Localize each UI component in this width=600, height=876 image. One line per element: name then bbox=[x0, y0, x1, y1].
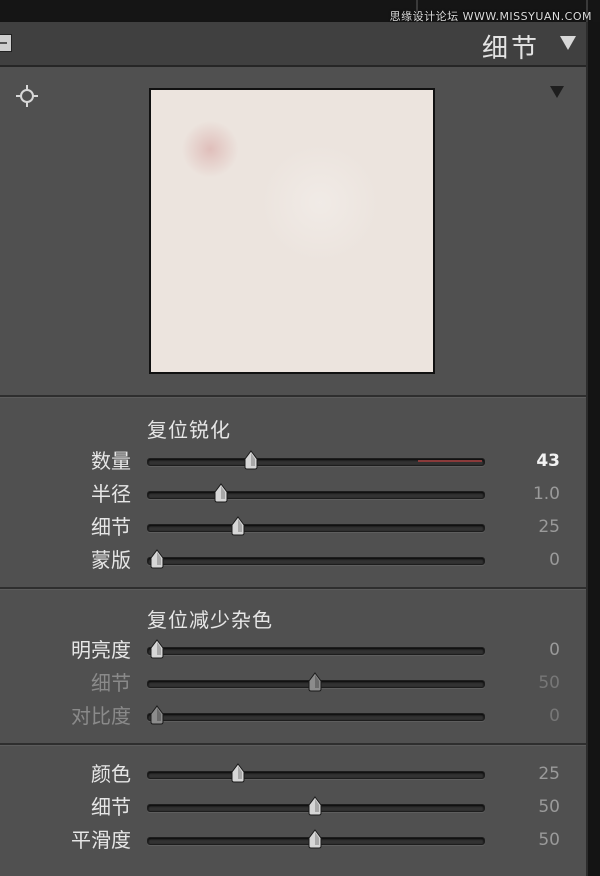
slider-thumb-icon[interactable] bbox=[230, 763, 246, 783]
section-divider bbox=[0, 395, 586, 398]
slider-track[interactable] bbox=[147, 713, 485, 721]
slider-thumb-icon[interactable] bbox=[243, 450, 259, 470]
slider-label: 颜色 bbox=[91, 762, 131, 786]
slider-label: 数量 bbox=[91, 449, 131, 473]
slider-row-luminance-0: 明亮度 0 bbox=[0, 635, 586, 665]
slider-label: 细节 bbox=[91, 515, 131, 539]
slider-track[interactable] bbox=[147, 491, 485, 499]
slider-value[interactable]: 50 bbox=[538, 825, 560, 855]
slider-row-color-1: 细节 50 bbox=[0, 792, 586, 822]
slider-label: 明亮度 bbox=[71, 638, 131, 662]
slider-thumb-icon[interactable] bbox=[230, 516, 246, 536]
slider-row-color-2: 平滑度 50 bbox=[0, 825, 586, 855]
slider-thumb-icon[interactable] bbox=[149, 705, 165, 725]
slider-track[interactable] bbox=[147, 647, 485, 655]
slider-row-sharpening-0: 数量 43 bbox=[0, 446, 586, 476]
slider-row-luminance-2: 对比度 0 bbox=[0, 701, 586, 731]
panel-title: 细节 bbox=[481, 34, 540, 64]
slider-row-color-0: 颜色 25 bbox=[0, 759, 586, 789]
crosshair-target-icon[interactable] bbox=[14, 83, 40, 109]
slider-thumb-icon[interactable] bbox=[307, 829, 323, 849]
slider-value[interactable]: 0 bbox=[549, 635, 560, 665]
slider-value[interactable]: 0 bbox=[549, 701, 560, 731]
preview-section bbox=[0, 69, 586, 397]
collapse-triangle-icon[interactable] bbox=[560, 36, 576, 50]
slider-value[interactable]: 25 bbox=[538, 512, 560, 542]
slider-track[interactable] bbox=[147, 771, 485, 779]
slider-track[interactable] bbox=[147, 458, 485, 466]
slider-value[interactable]: 25 bbox=[538, 759, 560, 789]
slider-label: 细节 bbox=[91, 795, 131, 819]
slider-row-sharpening-2: 细节 25 bbox=[0, 512, 586, 542]
slider-highlight-segment bbox=[418, 460, 482, 462]
slider-thumb-icon[interactable] bbox=[149, 549, 165, 569]
slider-row-sharpening-3: 蒙版 0 bbox=[0, 545, 586, 575]
slider-thumb-icon[interactable] bbox=[213, 483, 229, 503]
preview-menu-triangle-icon[interactable] bbox=[550, 86, 564, 98]
reset-sharpening-button[interactable]: 复位锐化 bbox=[147, 414, 231, 443]
detail-panel: 细节 复位锐化 复位减少杂色 数量 43 半径 1.0 细节 25 蒙版 0 明亮度 0 细节 50 对… bbox=[0, 22, 588, 876]
slider-thumb-icon[interactable] bbox=[149, 639, 165, 659]
slider-label: 半径 bbox=[91, 482, 131, 506]
panel-switch-button[interactable] bbox=[0, 34, 12, 52]
slider-label: 蒙版 bbox=[91, 548, 131, 572]
slider-track[interactable] bbox=[147, 524, 485, 532]
slider-value[interactable]: 50 bbox=[538, 792, 560, 822]
slider-label: 细节 bbox=[91, 671, 131, 695]
slider-value[interactable]: 50 bbox=[538, 668, 560, 698]
slider-track[interactable] bbox=[147, 557, 485, 565]
watermark-text: 思缘设计论坛 WWW.MISSYUAN.COM bbox=[389, 10, 592, 23]
panel-header[interactable]: 细节 bbox=[0, 22, 586, 67]
slider-label: 平滑度 bbox=[71, 828, 131, 852]
reset-noise-reduction-button[interactable]: 复位减少杂色 bbox=[147, 604, 273, 633]
slider-value[interactable]: 0 bbox=[549, 545, 560, 575]
slider-row-sharpening-1: 半径 1.0 bbox=[0, 479, 586, 509]
section-divider bbox=[0, 587, 586, 590]
detail-preview-image[interactable] bbox=[149, 88, 435, 374]
slider-value[interactable]: 1.0 bbox=[533, 479, 560, 509]
slider-label: 对比度 bbox=[71, 704, 131, 728]
slider-value[interactable]: 43 bbox=[536, 446, 560, 476]
slider-thumb-icon[interactable] bbox=[307, 672, 323, 692]
slider-thumb-icon[interactable] bbox=[307, 796, 323, 816]
slider-row-luminance-1: 细节 50 bbox=[0, 668, 586, 698]
section-divider bbox=[0, 743, 586, 746]
